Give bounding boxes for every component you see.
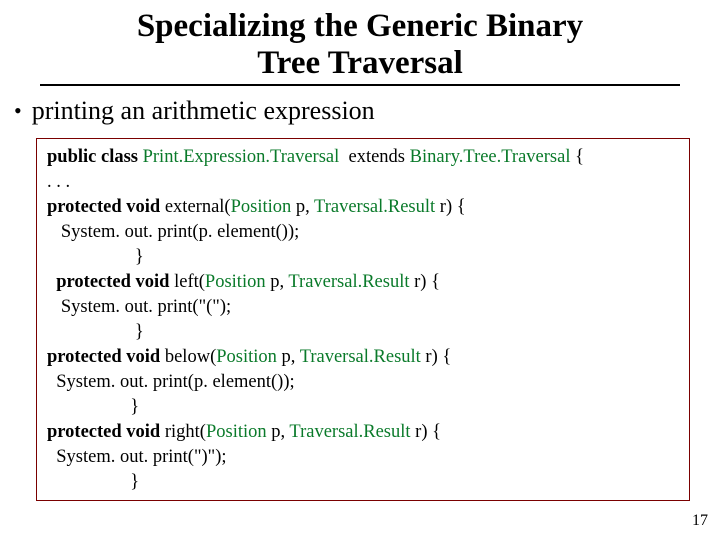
code-line-6: protected void left(Position p, Traversa… [47, 270, 679, 295]
keyword: protected void [56, 272, 174, 292]
keyword: protected void [47, 347, 165, 367]
plain: ) { [420, 272, 440, 292]
type-name: Traversal.Result [295, 347, 420, 367]
plain: r [409, 272, 420, 292]
plain: { [570, 147, 584, 167]
plain: ) { [421, 422, 441, 442]
method-name: left [174, 272, 199, 292]
code-line-14: } [47, 470, 679, 495]
code-line-4: System. out. print(p. element()); [47, 220, 679, 245]
plain: p, [267, 422, 286, 442]
type-name: Binary.Tree.Traversal [410, 147, 571, 167]
method-name: right [165, 422, 200, 442]
type-name: Position [205, 272, 266, 292]
code-line-13: System. out. print(")"); [47, 445, 679, 470]
plain: r [411, 422, 422, 442]
plain: r [435, 197, 446, 217]
plain: ) { [446, 197, 466, 217]
code-line-10: System. out. print(p. element()); [47, 370, 679, 395]
keyword: protected void [47, 422, 165, 442]
keyword: public class [47, 147, 143, 167]
plain: p, [266, 272, 285, 292]
plain: ) { [432, 347, 452, 367]
slide-title: Specializing the Generic Binary Tree Tra… [40, 8, 680, 86]
method-name: external [165, 197, 225, 217]
code-line-11: } [47, 395, 679, 420]
bullet-item: • printing an arithmetic expression [14, 96, 720, 126]
code-line-5: } [47, 245, 679, 270]
code-line-2: . . . [47, 170, 679, 195]
type-name: Position [231, 197, 292, 217]
title-line-1: Specializing the Generic Binary [137, 8, 583, 44]
code-line-7: System. out. print("("); [47, 295, 679, 320]
type-name: Position [216, 347, 277, 367]
code-line-8: } [47, 320, 679, 345]
bullet-dot-icon: • [14, 96, 22, 126]
type-name: Traversal.Result [310, 197, 435, 217]
type-name: Position [206, 422, 267, 442]
slide: Specializing the Generic Binary Tree Tra… [0, 0, 720, 540]
type-name: Traversal.Result [285, 422, 410, 442]
page-number: 17 [692, 512, 708, 530]
plain: r [421, 347, 432, 367]
type-name: Traversal.Result [284, 272, 409, 292]
bullet-text: printing an arithmetic expression [32, 96, 375, 126]
code-line-9: protected void below(Position p, Travers… [47, 345, 679, 370]
code-line-1: public class Print.Expression.Traversal … [47, 145, 679, 170]
plain: p, [291, 197, 310, 217]
code-line-12: protected void right(Position p, Travers… [47, 420, 679, 445]
keyword: protected void [47, 197, 165, 217]
type-name: Print.Expression.Traversal [143, 147, 340, 167]
method-name: below [165, 347, 210, 367]
title-line-2: Tree Traversal [257, 45, 463, 81]
indent [47, 272, 56, 292]
code-line-3: protected void external(Position p, Trav… [47, 195, 679, 220]
plain: extends [339, 147, 409, 167]
plain: p, [277, 347, 296, 367]
code-box: public class Print.Expression.Traversal … [36, 138, 690, 502]
